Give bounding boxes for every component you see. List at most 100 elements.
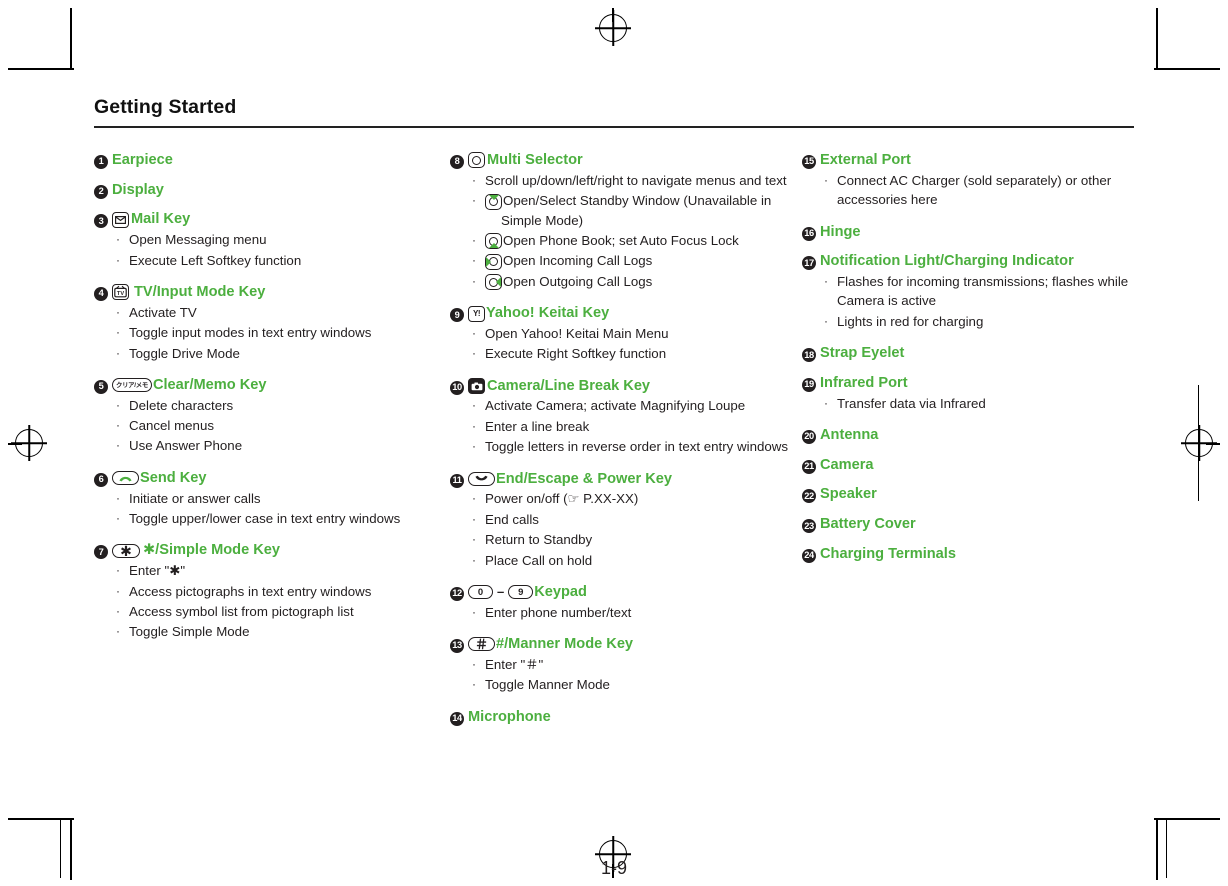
bullet-dot: · [472, 656, 476, 671]
item-number: 9 [450, 308, 464, 323]
bullet-dot: · [116, 510, 120, 525]
bullet-dot: · [472, 418, 476, 433]
bullet-dot: · [824, 172, 828, 187]
list-item: 5 クリア/メモ Clear/Memo Key [94, 375, 450, 396]
item-number wide: 20 [802, 430, 816, 445]
bullet-dot: · [116, 418, 120, 433]
three-column-layout: 1 Earpiece 2 Display 3 Mail Key · Open M… [94, 150, 1134, 727]
bullet-dot: · [824, 313, 828, 328]
bullet-dot: · [472, 511, 476, 526]
multi-selector-right-icon [485, 274, 502, 291]
item-heading: ✱ ✱ /Simple Mode Key [112, 540, 280, 561]
bullet-item: · Access pictographs in text entry window… [116, 582, 450, 601]
bullet-item: · Use Answer Phone [116, 436, 450, 455]
bullet-item: · Lights in red for charging [824, 312, 1134, 331]
star-key-label: ✱ [120, 542, 132, 559]
page-title: Getting Started [94, 96, 237, 118]
multi-selector-up-icon [485, 193, 502, 210]
bullet-dot: · [472, 552, 476, 567]
bullet-item: · Toggle Simple Mode [116, 622, 450, 641]
item-heading: Hinge [820, 222, 861, 243]
bullet-dot: · [116, 325, 120, 340]
item-number wide: 17 [802, 256, 816, 271]
item-heading: Display [112, 180, 164, 201]
list-item: 6 Send Key [94, 468, 450, 489]
crop-mark-tr-v [1156, 8, 1158, 70]
bullet-item: · Transfer data via Infrared [824, 394, 1134, 413]
item-label: Notification Light/Charging Indicator [820, 253, 1074, 270]
item-heading: Camera/Line Break Key [468, 376, 650, 397]
item-number: 2 [94, 184, 108, 199]
item-bullets: · Flashes for incoming transmissions; fla… [802, 272, 1134, 331]
registration-mark-left [11, 425, 47, 461]
bullet-dot: · [116, 583, 120, 598]
item-heading: Strap Eyelet [820, 343, 904, 364]
item-number wide: 10 [450, 380, 464, 395]
star-key-icon: ✱ [112, 542, 140, 559]
item-heading: クリア/メモ Clear/Memo Key [112, 375, 267, 396]
bullet-item: · Access symbol list from pictograph list [116, 602, 450, 621]
bullet-dot: · [472, 677, 476, 692]
crop-mark-br-v [1156, 818, 1158, 880]
list-item: 13 ＃ #/Manner Mode Key [450, 634, 802, 655]
bullet-item: · Toggle letters in reverse order in text… [472, 437, 802, 456]
bullet-item: · Enter phone number/text [472, 603, 802, 622]
item-number wide: 22 [802, 489, 816, 504]
list-item: 21 Camera [802, 455, 1134, 476]
bullet-dot: · [472, 439, 476, 454]
item-heading: Notification Light/Charging Indicator [820, 251, 1074, 272]
item-heading: Earpiece [112, 150, 173, 171]
item-number: 5 [94, 379, 108, 394]
list-item: 16 Hinge [802, 222, 1134, 243]
bullet-dot: · [472, 325, 476, 340]
crop-mark-tr-h [1154, 68, 1220, 70]
keypad-nine-icon: 9 [508, 585, 534, 600]
bullet-item: · Activate Camera; activate Magnifying Lo… [472, 396, 802, 415]
star-symbol: ✱ [143, 542, 156, 559]
fold-line-bottom-left [60, 820, 62, 878]
bullet-item: · Toggle Drive Mode [116, 344, 450, 363]
item-bullets: · Enter phone number/text [450, 603, 802, 622]
item-label: Hinge [820, 223, 861, 240]
bullet-dot: · [116, 563, 120, 578]
column-right: 15 External Port · Connect AC Charger (so… [802, 150, 1134, 727]
bullet-item: · Cancel menus [116, 416, 450, 435]
item-heading: Camera [820, 455, 874, 476]
bullet-dot: · [116, 232, 120, 247]
crop-mark-br-h [1154, 818, 1220, 820]
svg-text:TV: TV [117, 291, 124, 297]
item-heading: Speaker [820, 484, 877, 505]
item-number wide: 12 [450, 586, 464, 601]
bullet-dot: · [472, 193, 476, 208]
item-number: 1 [94, 155, 108, 169]
item-number wide: 21 [802, 459, 816, 474]
list-item: 10 Camera/Line Break Key [450, 376, 802, 397]
list-item: 24 Charging Terminals [802, 544, 1134, 565]
bullet-item: · Delete characters [116, 396, 450, 415]
bullet-dot: · [116, 304, 120, 319]
list-item: 12 0 – 9 Keypad [450, 582, 802, 603]
bullet-item: · Toggle upper/lower case in text entry w… [116, 509, 450, 528]
list-item: 17 Notification Light/Charging Indicator [802, 251, 1134, 272]
item-heading: Charging Terminals [820, 544, 956, 565]
list-item: 11 End/Escape & Power Key [450, 469, 802, 490]
item-heading: Y! Yahoo! Keitai Key [468, 303, 609, 324]
registration-mark-top [595, 10, 631, 46]
item-label: Microphone [468, 708, 551, 725]
list-item: 7 ✱ ✱ /Simple Mode Key [94, 540, 450, 561]
column-left: 1 Earpiece 2 Display 3 Mail Key · Open M… [94, 150, 450, 727]
list-item: 14 Microphone [450, 707, 802, 728]
bullet-item: · Toggle input modes in text entry window… [116, 323, 450, 342]
end-power-key-icon [468, 471, 495, 486]
bullet-dot: · [472, 398, 476, 413]
bullet-item: · Open Phone Book; set Auto Focus Lock [472, 231, 802, 250]
bullet-item: · Enter "＃" [472, 655, 802, 674]
item-label: End/Escape & Power Key [496, 470, 673, 487]
item-label: Multi Selector [487, 152, 583, 168]
item-label: Earpiece [112, 152, 173, 168]
keypad-zero-label: 0 [477, 586, 484, 598]
bullet-item: · End calls [472, 510, 802, 529]
item-bullets: · Power on/off (☞ P.XX-XX) · End calls · Re… [450, 489, 802, 570]
bullet-item: · Enter a line break [472, 417, 802, 436]
page-content: Getting Started 1 Earpiece 2 Display 3 M… [94, 96, 1134, 878]
